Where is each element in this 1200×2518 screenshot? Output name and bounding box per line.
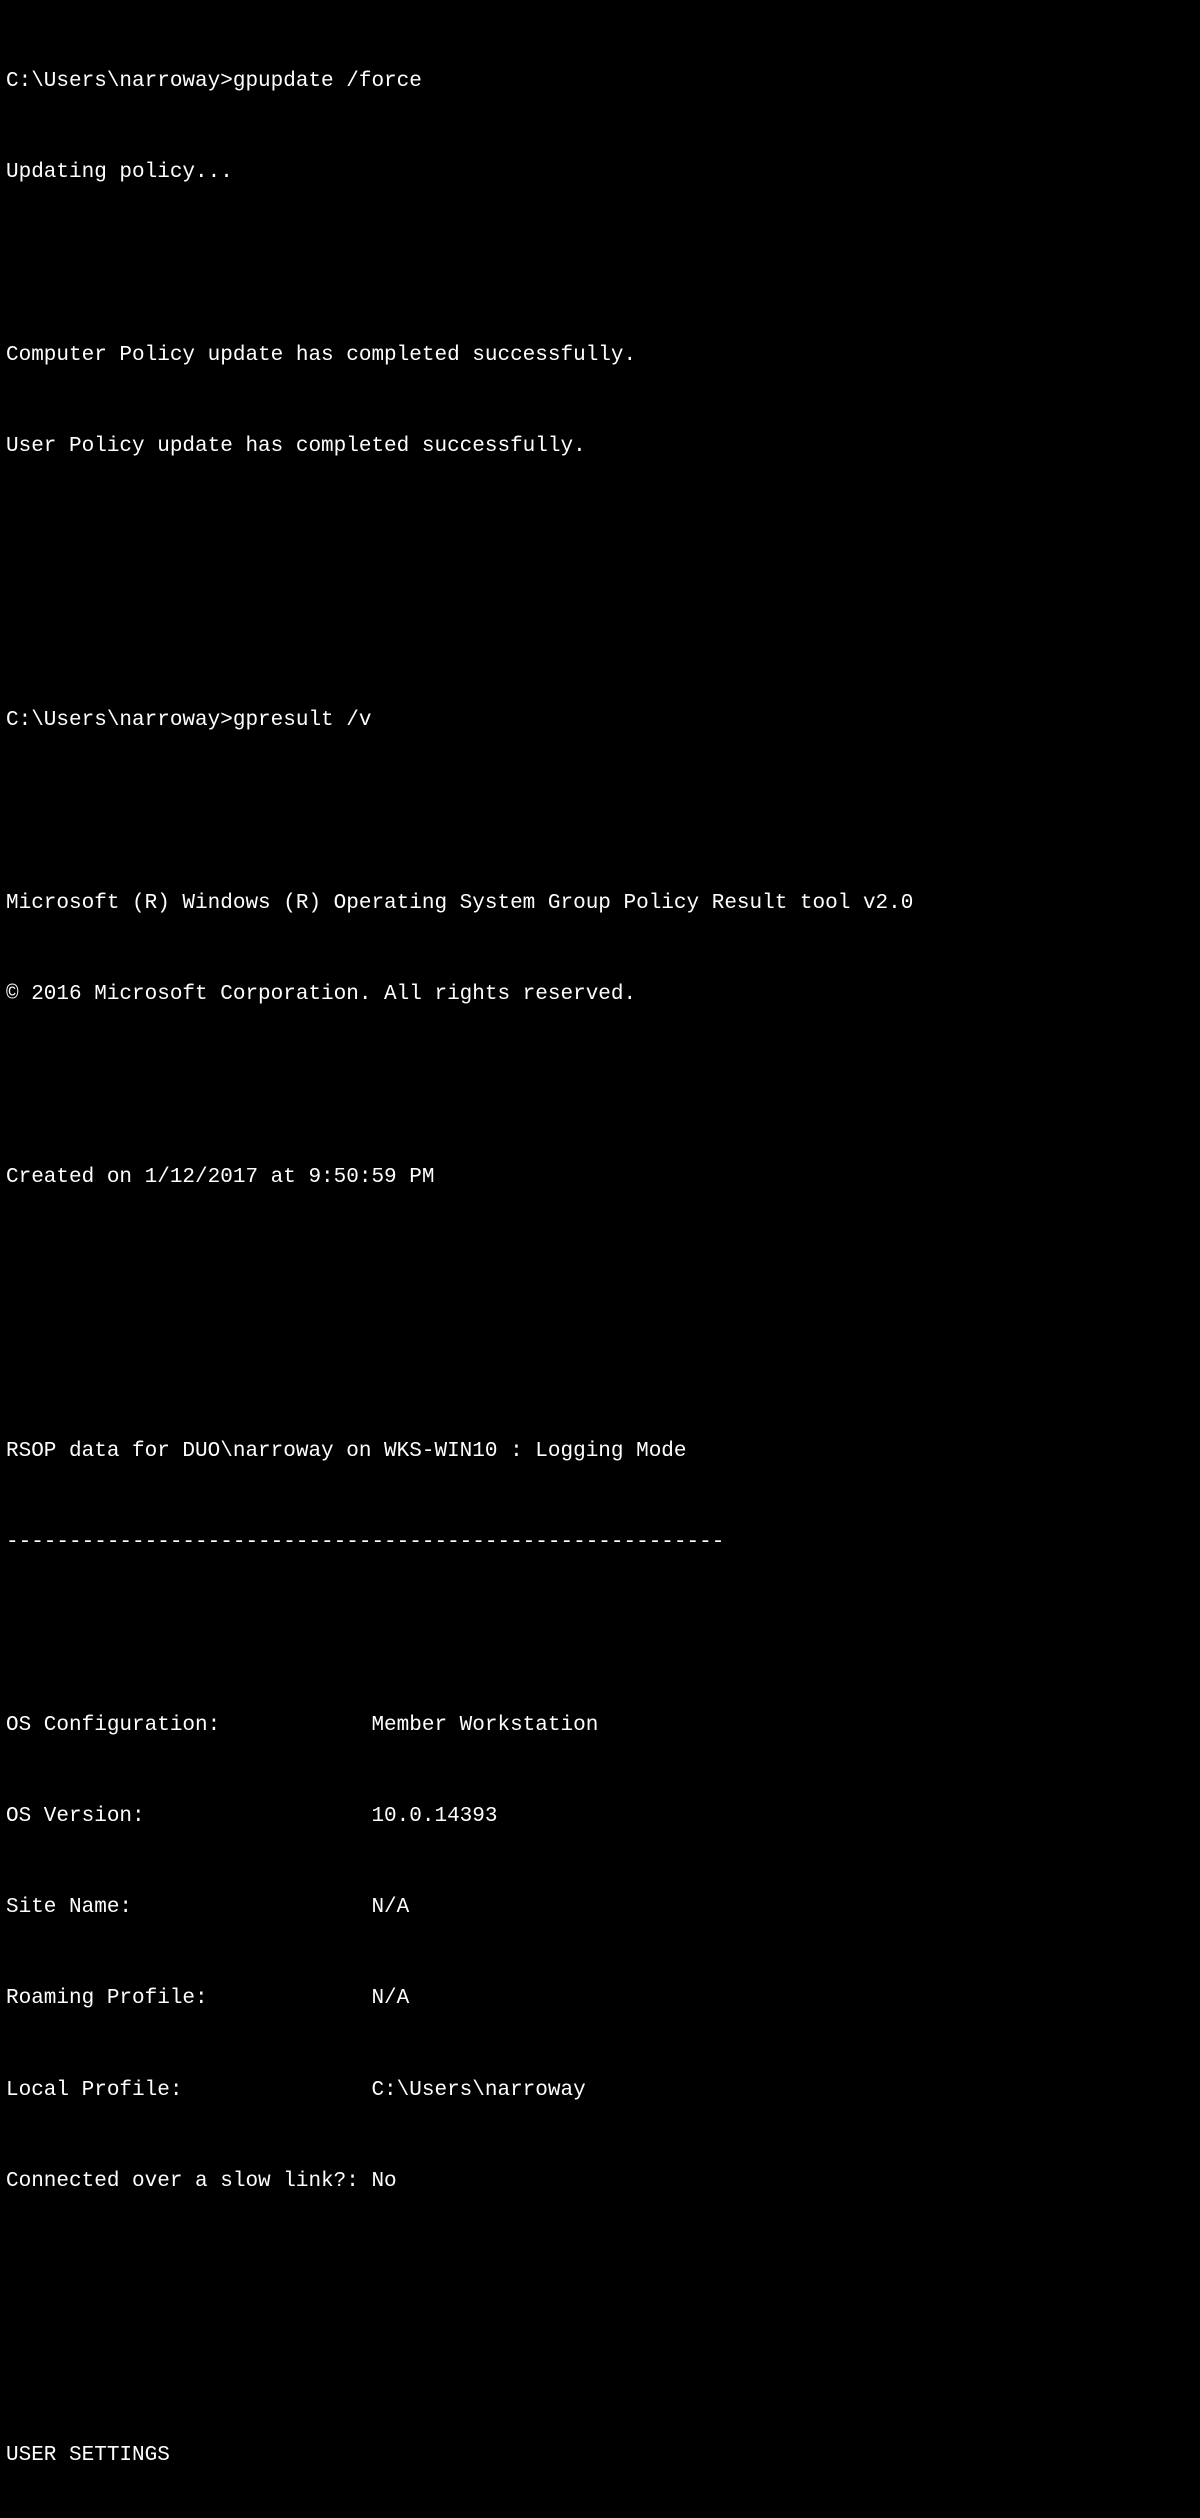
blank-line <box>6 615 1194 645</box>
blank-line <box>6 2258 1194 2288</box>
output-line: Site Name: N/A <box>6 1893 1194 1923</box>
separator-line: ----------------------------------------… <box>6 1528 1194 1558</box>
blank-line <box>6 1345 1194 1375</box>
output-line: Computer Policy update has completed suc… <box>6 341 1194 371</box>
output-line: OS Configuration: Member Workstation <box>6 1711 1194 1741</box>
output-line: Roaming Profile: N/A <box>6 1984 1194 2014</box>
output-line: User Policy update has completed success… <box>6 432 1194 462</box>
output-line: Local Profile: C:\Users\narroway <box>6 2076 1194 2106</box>
blank-line <box>6 1071 1194 1101</box>
blank-line <box>6 250 1194 280</box>
output-line: RSOP data for DUO\narroway on WKS-WIN10 … <box>6 1437 1194 1467</box>
blank-line <box>6 1619 1194 1649</box>
output-line: Updating policy... <box>6 158 1194 188</box>
output-line: Connected over a slow link?: No <box>6 2167 1194 2197</box>
blank-line <box>6 797 1194 827</box>
output-line: © 2016 Microsoft Corporation. All rights… <box>6 980 1194 1010</box>
terminal-output[interactable]: C:\Users\narroway>gpupdate /force Updati… <box>0 0 1200 2518</box>
output-line: Microsoft (R) Windows (R) Operating Syst… <box>6 889 1194 919</box>
output-line: OS Version: 10.0.14393 <box>6 1802 1194 1832</box>
prompt-line: C:\Users\narroway>gpupdate /force <box>6 67 1194 97</box>
output-line: Created on 1/12/2017 at 9:50:59 PM <box>6 1163 1194 1193</box>
section-header: USER SETTINGS <box>6 2441 1194 2471</box>
prompt-line: C:\Users\narroway>gpresult /v <box>6 706 1194 736</box>
blank-line <box>6 2350 1194 2380</box>
blank-line <box>6 523 1194 553</box>
